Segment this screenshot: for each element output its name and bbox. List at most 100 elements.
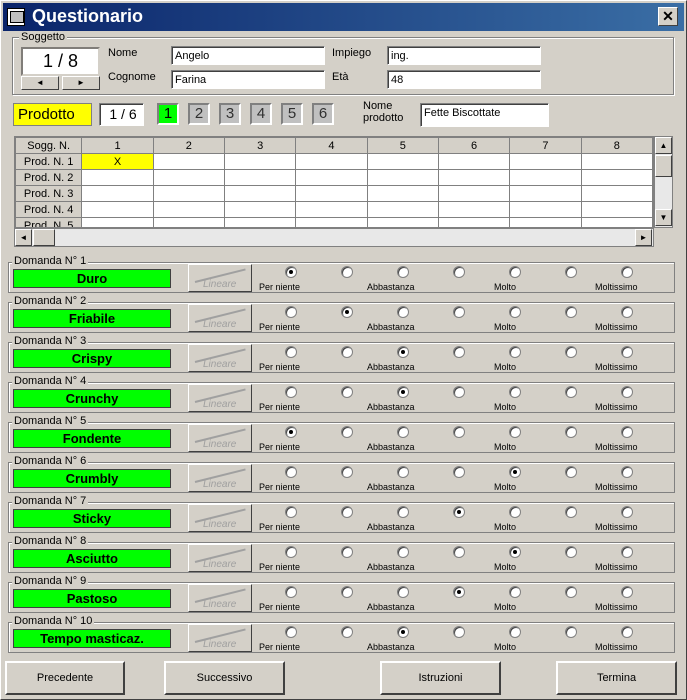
- scroll-thumb[interactable]: [655, 155, 672, 177]
- rating-radio-4[interactable]: [453, 426, 465, 438]
- grid-cell[interactable]: [152, 169, 226, 186]
- rating-radio-2[interactable]: [341, 626, 353, 638]
- rating-radio-7[interactable]: [621, 426, 633, 438]
- rating-radio-5[interactable]: [509, 506, 521, 518]
- rating-radio-5[interactable]: [509, 386, 521, 398]
- soggetto-prev-button[interactable]: ◄: [21, 76, 59, 90]
- prodotto-button-6[interactable]: 6: [312, 103, 334, 125]
- grid-cell[interactable]: [366, 201, 439, 218]
- rating-radio-6[interactable]: [565, 626, 577, 638]
- rating-radio-5[interactable]: [509, 466, 521, 478]
- grid-cell[interactable]: [437, 217, 511, 227]
- grid-cell[interactable]: [81, 185, 154, 202]
- rating-radio-2[interactable]: [341, 586, 353, 598]
- grid-horizontal-scrollbar[interactable]: ◄ ►: [14, 228, 654, 247]
- lineare-button[interactable]: Lineare: [188, 464, 252, 492]
- rating-radio-1[interactable]: [285, 466, 297, 478]
- grid-cell[interactable]: [81, 217, 154, 227]
- grid-cell[interactable]: [437, 153, 511, 170]
- lineare-button[interactable]: Lineare: [188, 584, 252, 612]
- rating-radio-4[interactable]: [453, 386, 465, 398]
- precedente-button[interactable]: Precedente: [5, 661, 125, 695]
- rating-radio-7[interactable]: [621, 466, 633, 478]
- rating-radio-5[interactable]: [509, 426, 521, 438]
- rating-radio-6[interactable]: [565, 546, 577, 558]
- nome-field[interactable]: Angelo: [171, 46, 325, 65]
- rating-radio-3[interactable]: [397, 426, 409, 438]
- grid-cell[interactable]: [509, 217, 582, 227]
- close-button[interactable]: ✕: [658, 7, 678, 26]
- grid-cell[interactable]: [437, 201, 511, 218]
- grid-cell[interactable]: [580, 217, 653, 227]
- grid-cell[interactable]: [295, 185, 368, 202]
- rating-radio-6[interactable]: [565, 386, 577, 398]
- grid-cell[interactable]: [580, 169, 653, 186]
- grid-cell[interactable]: [295, 169, 368, 186]
- grid-cell[interactable]: [223, 169, 297, 186]
- impiego-field[interactable]: ing.: [387, 46, 541, 65]
- rating-radio-1[interactable]: [285, 306, 297, 318]
- grid-cell[interactable]: [580, 185, 653, 202]
- lineare-button[interactable]: Lineare: [188, 264, 252, 292]
- rating-radio-5[interactable]: [509, 346, 521, 358]
- rating-radio-6[interactable]: [565, 466, 577, 478]
- rating-radio-1[interactable]: [285, 266, 297, 278]
- grid-cell[interactable]: [152, 153, 226, 170]
- grid-cell[interactable]: [152, 201, 226, 218]
- grid-cell[interactable]: [295, 201, 368, 218]
- grid-cell[interactable]: [295, 217, 368, 227]
- grid-cell[interactable]: [437, 169, 511, 186]
- rating-radio-7[interactable]: [621, 506, 633, 518]
- prodotto-button-2[interactable]: 2: [188, 103, 210, 125]
- rating-radio-3[interactable]: [397, 626, 409, 638]
- rating-radio-4[interactable]: [453, 546, 465, 558]
- rating-radio-2[interactable]: [341, 546, 353, 558]
- grid-cell[interactable]: [366, 153, 439, 170]
- scroll-up-icon[interactable]: ▲: [655, 137, 672, 154]
- rating-radio-2[interactable]: [341, 306, 353, 318]
- grid-cell[interactable]: [223, 153, 297, 170]
- lineare-button[interactable]: Lineare: [188, 544, 252, 572]
- termina-button[interactable]: Termina: [556, 661, 677, 695]
- rating-radio-7[interactable]: [621, 306, 633, 318]
- rating-radio-6[interactable]: [565, 306, 577, 318]
- rating-radio-3[interactable]: [397, 506, 409, 518]
- rating-radio-3[interactable]: [397, 466, 409, 478]
- rating-radio-7[interactable]: [621, 346, 633, 358]
- grid-cell[interactable]: [223, 185, 297, 202]
- rating-radio-2[interactable]: [341, 426, 353, 438]
- rating-radio-1[interactable]: [285, 426, 297, 438]
- rating-radio-7[interactable]: [621, 266, 633, 278]
- lineare-button[interactable]: Lineare: [188, 424, 252, 452]
- grid-cell[interactable]: [81, 169, 154, 186]
- grid-cell[interactable]: [295, 153, 368, 170]
- rating-radio-6[interactable]: [565, 426, 577, 438]
- istruzioni-button[interactable]: Istruzioni: [380, 661, 501, 695]
- rating-radio-3[interactable]: [397, 266, 409, 278]
- rating-radio-4[interactable]: [453, 466, 465, 478]
- hscroll-thumb[interactable]: [33, 229, 55, 246]
- grid-cell[interactable]: [509, 185, 582, 202]
- grid-cell[interactable]: [509, 201, 582, 218]
- rating-radio-2[interactable]: [341, 386, 353, 398]
- grid-cell[interactable]: [152, 185, 226, 202]
- grid-cell[interactable]: X: [81, 153, 154, 170]
- rating-radio-4[interactable]: [453, 626, 465, 638]
- rating-radio-1[interactable]: [285, 586, 297, 598]
- cognome-field[interactable]: Farina: [171, 70, 325, 89]
- grid-cell[interactable]: [152, 217, 226, 227]
- rating-radio-2[interactable]: [341, 266, 353, 278]
- grid-cell[interactable]: [437, 185, 511, 202]
- rating-radio-7[interactable]: [621, 386, 633, 398]
- lineare-button[interactable]: Lineare: [188, 384, 252, 412]
- rating-radio-4[interactable]: [453, 266, 465, 278]
- prodotto-button-1[interactable]: 1: [157, 103, 179, 125]
- rating-radio-4[interactable]: [453, 306, 465, 318]
- rating-radio-1[interactable]: [285, 386, 297, 398]
- soggetto-next-button[interactable]: ►: [62, 76, 100, 90]
- rating-radio-1[interactable]: [285, 506, 297, 518]
- lineare-button[interactable]: Lineare: [188, 624, 252, 652]
- rating-radio-7[interactable]: [621, 626, 633, 638]
- lineare-button[interactable]: Lineare: [188, 344, 252, 372]
- rating-radio-6[interactable]: [565, 266, 577, 278]
